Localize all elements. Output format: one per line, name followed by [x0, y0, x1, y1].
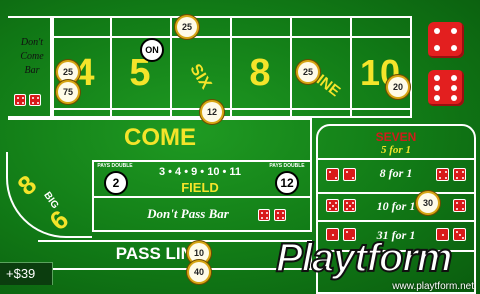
- playtform-logo: Playtform: [275, 235, 453, 281]
- die-icon: [436, 168, 449, 181]
- roll-dice-icon[interactable]: [428, 22, 464, 58]
- die-icon: [258, 209, 270, 221]
- prop-divider: [316, 220, 476, 222]
- place-col-divider: [230, 16, 232, 118]
- point-puck-on: ON: [140, 38, 164, 62]
- place-row-divider: [52, 108, 412, 110]
- seven-title[interactable]: SEVEN: [316, 130, 476, 144]
- chip[interactable]: 25: [58, 62, 78, 82]
- playtform-url: www.playtform.net: [392, 281, 474, 292]
- pays-double-right: PAYS DOUBLE: [269, 163, 305, 169]
- die-icon: [453, 168, 466, 181]
- roll-dice-icon[interactable]: [428, 70, 464, 106]
- field-ball-12: 12: [275, 171, 299, 195]
- place-row-divider: [52, 36, 412, 38]
- craps-table: Don't Come Bar 4 5 SIX 8 NINE 10 ON COME…: [0, 0, 480, 294]
- balance-display: +$39: [0, 262, 53, 285]
- field-numbers: 3 • 4 • 9 • 10 • 11: [158, 166, 242, 178]
- pays-double-left: PAYS DOUBLE: [97, 163, 133, 169]
- field-label: FIELD: [181, 180, 219, 195]
- place-col-divider: [170, 16, 172, 118]
- place-col-divider: [290, 16, 292, 118]
- chip[interactable]: 25: [177, 17, 197, 37]
- die-icon: [326, 168, 339, 181]
- balance-amount: +$39: [6, 266, 36, 281]
- chip[interactable]: 25: [298, 62, 318, 82]
- come-label: COME: [124, 124, 196, 151]
- seven-payout: 5 for 1: [381, 144, 411, 156]
- prop-divider: [316, 158, 476, 160]
- die-icon: [274, 209, 286, 221]
- hardway-payout-1[interactable]: 8 for 1: [360, 166, 432, 181]
- dont-pass-bar-label: Don't Pass Bar: [147, 206, 229, 221]
- die-icon: [343, 168, 356, 181]
- chip[interactable]: 75: [58, 82, 78, 102]
- chip[interactable]: 12: [202, 102, 222, 122]
- die-icon: [326, 199, 339, 212]
- place-col-divider: [110, 16, 112, 118]
- playtform-watermark: Playtform www.playtform.net: [270, 235, 480, 294]
- chip[interactable]: 30: [418, 193, 438, 213]
- die-icon: [343, 199, 356, 212]
- field-ball-2: 2: [104, 171, 128, 195]
- prop-divider: [316, 192, 476, 194]
- chip[interactable]: 20: [388, 77, 408, 97]
- chip[interactable]: 10: [189, 243, 209, 263]
- die-icon: [29, 94, 41, 106]
- die-icon: [453, 199, 466, 212]
- place-number-8[interactable]: 8: [236, 52, 284, 95]
- chip[interactable]: 40: [189, 262, 209, 282]
- die-icon: [14, 94, 26, 106]
- dont-come-bar-label: Don't Come Bar: [20, 37, 44, 76]
